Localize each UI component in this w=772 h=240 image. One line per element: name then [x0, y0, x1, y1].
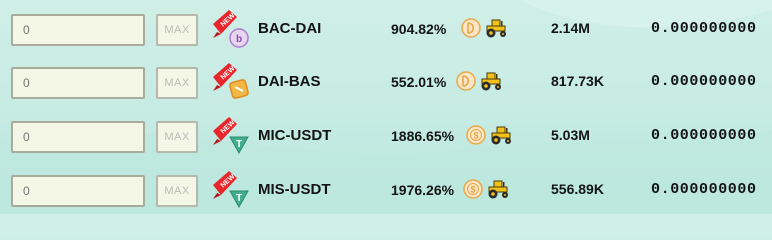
max-button[interactable]: MAX: [156, 121, 198, 153]
dai-coin-icon: [456, 71, 476, 91]
token-icon-bas: NEW: [213, 63, 249, 99]
tvl-value: 5.03M: [551, 127, 590, 143]
tvl-value: 556.89K: [551, 181, 604, 197]
pair-name: MIC-USDT: [258, 127, 332, 144]
svg-text:T: T: [236, 139, 242, 150]
pool-row-bac-dai: MAX b NEW BAC-DAI 904.82% 2.14M 0.000000…: [0, 10, 772, 64]
earned-value: 0.000000000: [651, 181, 757, 198]
max-button[interactable]: MAX: [156, 14, 198, 46]
amount-input[interactable]: [11, 67, 145, 99]
svg-text:b: b: [236, 34, 242, 45]
tractor-icon: [481, 72, 501, 91]
earned-value: 0.000000000: [651, 127, 757, 144]
token-icon-mis: T NEW: [213, 171, 249, 209]
svg-text:T: T: [236, 193, 242, 204]
usdc-coin-icon: $: [463, 179, 483, 199]
earned-value: 0.000000000: [651, 20, 757, 37]
token-icon-mic: T NEW: [213, 117, 249, 155]
usdc-coin-icon: $: [466, 125, 486, 145]
tractor-icon: [486, 19, 506, 38]
tractor-icon: [488, 180, 508, 199]
pair-name: DAI-BAS: [258, 73, 321, 90]
apy-value: 1886.65%: [391, 128, 455, 144]
apy-value: 1976.26%: [391, 182, 455, 198]
amount-input[interactable]: [11, 14, 145, 46]
svg-text:$: $: [473, 131, 478, 141]
dai-coin-icon: [461, 18, 481, 38]
pair-name: BAC-DAI: [258, 20, 322, 37]
apy-value: 904.82%: [391, 21, 447, 37]
token-icon-bac: b NEW: [213, 10, 249, 48]
pool-row-mic-usdt: MAX T NEW MIC-USDT 1886.65% $ 5.03M 0.00…: [0, 117, 772, 171]
tvl-value: 2.14M: [551, 20, 590, 36]
pool-row-dai-bas: MAX NEW DAI-BAS 552.01% 817.73K 0.000000…: [0, 63, 772, 117]
max-button[interactable]: MAX: [156, 67, 198, 99]
tvl-value: 817.73K: [551, 73, 604, 89]
max-button[interactable]: MAX: [156, 175, 198, 207]
apy-value: 552.01%: [391, 74, 447, 90]
svg-text:$: $: [470, 185, 475, 195]
amount-input[interactable]: [11, 175, 145, 207]
earned-value: 0.000000000: [651, 73, 757, 90]
tractor-icon: [491, 126, 511, 145]
pool-row-mis-usdt: MAX T NEW MIS-USDT 1976.26% $ 556.89K 0.…: [0, 171, 772, 225]
amount-input[interactable]: [11, 121, 145, 153]
pair-name: MIS-USDT: [258, 181, 331, 198]
